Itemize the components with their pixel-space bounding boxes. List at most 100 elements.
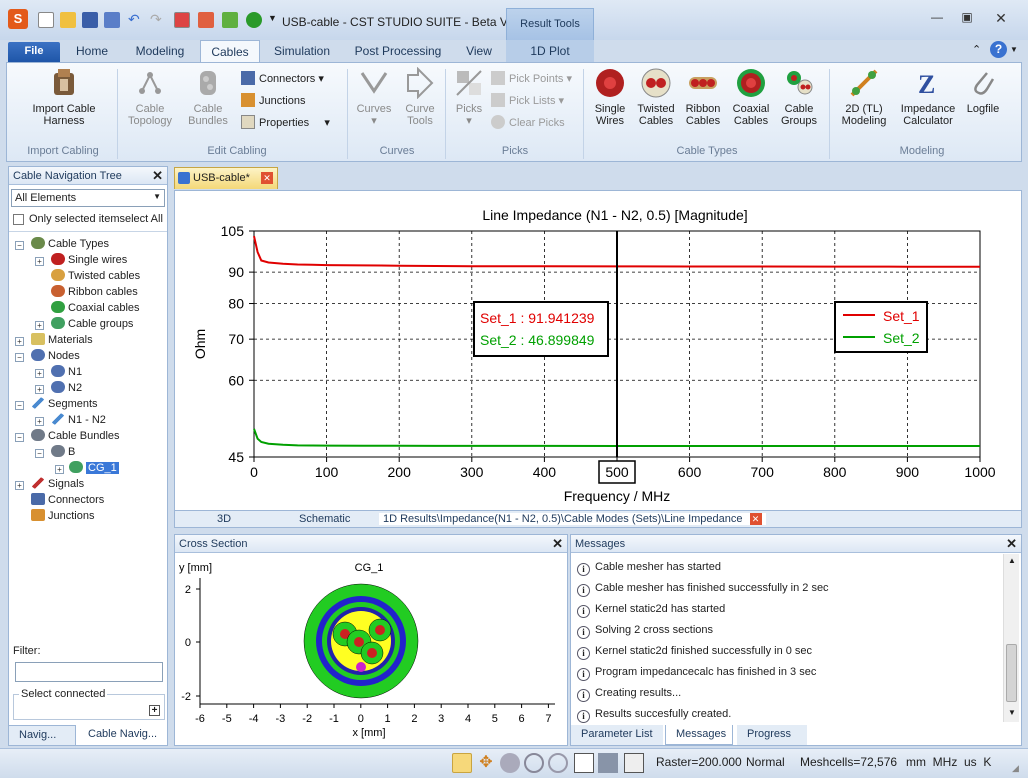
pick-lists-button[interactable]: Pick Lists ▾: [491, 93, 564, 107]
tab-cables[interactable]: Cables: [200, 40, 260, 62]
resize-grip-icon[interactable]: ◢: [1012, 763, 1019, 774]
pan-icon[interactable]: ✥: [476, 753, 496, 773]
picks-button[interactable]: Picks ▾: [449, 67, 489, 127]
tab-messages[interactable]: Messages: [665, 725, 733, 745]
save-icon[interactable]: [82, 12, 98, 28]
select-all-button[interactable]: elect All: [125, 213, 163, 225]
properties-button[interactable]: Properties ▾: [241, 115, 330, 129]
tree-item-twisted-cables[interactable]: Twisted cables: [51, 268, 140, 284]
rotate-icon[interactable]: [500, 753, 520, 773]
expand-icon[interactable]: +: [35, 321, 44, 330]
parameters-icon[interactable]: [174, 12, 190, 28]
tree-item-junctions[interactable]: Junctions: [31, 508, 94, 524]
cable-groups-button[interactable]: Cable Groups: [775, 67, 823, 127]
tree-item-segments[interactable]: Segments: [31, 396, 98, 412]
expand-icon[interactable]: +: [15, 337, 24, 346]
tab-3d[interactable]: 3D: [217, 513, 231, 525]
collapse-icon[interactable]: −: [35, 449, 44, 458]
zoom-fit-icon[interactable]: [452, 753, 472, 773]
expand-icon[interactable]: +: [35, 369, 44, 378]
filter-input[interactable]: [15, 662, 163, 682]
cable-bundles-button[interactable]: Cable Bundles: [179, 67, 237, 127]
collapse-icon[interactable]: −: [15, 241, 24, 250]
message-item[interactable]: i Solving 2 cross sections: [577, 621, 713, 639]
tab-1d-results[interactable]: 1D Results\Impedance(N1 - N2, 0.5)\Cable…: [379, 513, 766, 525]
scroll-thumb[interactable]: [1006, 644, 1017, 702]
tree-item-nodes[interactable]: Nodes: [31, 348, 80, 364]
clear-picks-button[interactable]: Clear Picks: [491, 115, 565, 129]
close-window-button[interactable]: ✕: [990, 10, 1012, 26]
start-simulation-icon[interactable]: [246, 12, 262, 28]
minimize-button[interactable]: —: [926, 10, 948, 26]
open-folder-icon[interactable]: [60, 12, 76, 28]
collapse-icon[interactable]: −: [15, 401, 24, 410]
tree-item-n2[interactable]: N2: [51, 380, 82, 396]
pick-points-button[interactable]: Pick Points ▾: [491, 71, 572, 85]
tab-cable-navig[interactable]: Cable Navig...: [75, 725, 167, 745]
tree-item-connectors[interactable]: Connectors: [31, 492, 104, 508]
tree-item-single-wires[interactable]: Single wires: [51, 252, 127, 268]
line-impedance-chart[interactable]: Line Impedance (N1 - N2, 0.5) [Magnitude…: [175, 191, 1021, 511]
tab-1d-plot[interactable]: 1D Plot: [506, 40, 594, 62]
view-cube-icon[interactable]: [624, 753, 644, 773]
cable-topology-button[interactable]: Cable Topology: [121, 67, 179, 127]
maximize-button[interactable]: ▣: [956, 10, 978, 26]
tree-item-coaxial-cables[interactable]: Coaxial cables: [51, 300, 140, 316]
tree-item-materials[interactable]: Materials: [31, 332, 93, 348]
element-filter-select[interactable]: All Elements ▼: [11, 189, 165, 207]
tab-view[interactable]: View: [456, 40, 502, 62]
reset-view-icon[interactable]: [574, 753, 594, 773]
message-item[interactable]: i Cable mesher has started: [577, 558, 721, 576]
tree-item-cg1[interactable]: CG_1: [69, 460, 119, 476]
close-icon[interactable]: ✕: [152, 168, 163, 184]
scroll-down-icon[interactable]: ▼: [1008, 708, 1016, 717]
close-tab-icon[interactable]: ✕: [749, 513, 762, 525]
collapse-icon[interactable]: −: [15, 433, 24, 442]
messages-scrollbar[interactable]: ▲ ▼: [1003, 554, 1019, 722]
tab-navig[interactable]: Navig...: [9, 725, 75, 745]
message-item[interactable]: i Cable mesher has finished successfully …: [577, 579, 829, 597]
tab-file[interactable]: File: [8, 42, 60, 62]
message-item[interactable]: i Kernel static2d finished successfully i…: [577, 642, 812, 660]
help-dropdown-icon[interactable]: ▼: [1010, 45, 1018, 54]
logfile-button[interactable]: Logfile: [961, 67, 1005, 115]
tree-item-ribbon-cables[interactable]: Ribbon cables: [51, 284, 138, 300]
save-all-icon[interactable]: [104, 12, 120, 28]
cross-section-plot[interactable]: CG_1 y [mm] -6 -5 -4 -3 -2 -1 0 1 2 3 4 5 6 7 2 0 -2 x […: [175, 554, 567, 746]
expand-icon[interactable]: +: [55, 465, 64, 474]
minimize-ribbon-icon[interactable]: ⌃: [972, 43, 981, 56]
expand-icon[interactable]: +: [15, 481, 24, 490]
message-item[interactable]: i Results succesfully created.: [577, 705, 731, 723]
connectors-button[interactable]: Connectors ▾: [241, 71, 324, 85]
redo-icon[interactable]: ↷: [150, 12, 166, 28]
tab-modeling[interactable]: Modeling: [124, 40, 196, 62]
single-wires-button[interactable]: Single Wires: [587, 67, 633, 127]
qat-dropdown-icon[interactable]: ▼: [268, 13, 277, 23]
tree-item-cable-groups[interactable]: Cable groups: [51, 316, 133, 332]
twisted-cables-button[interactable]: Twisted Cables: [633, 67, 679, 127]
collapse-icon[interactable]: −: [15, 353, 24, 362]
tab-parameter-list[interactable]: Parameter List: [571, 725, 663, 745]
new-file-icon[interactable]: [38, 12, 54, 28]
coaxial-cables-button[interactable]: Coaxial Cables: [727, 67, 775, 127]
undo-icon[interactable]: ↶: [128, 12, 144, 28]
impedance-calculator-button[interactable]: Z Impedance Calculator: [895, 67, 961, 127]
spin-icon[interactable]: [548, 753, 568, 773]
message-item[interactable]: i Kernel static2d has started: [577, 600, 725, 618]
junctions-button[interactable]: Junctions: [241, 93, 305, 107]
select-connected-expand-icon[interactable]: +: [149, 705, 160, 716]
help-icon[interactable]: ?: [990, 41, 1007, 58]
message-item[interactable]: i Creating results...: [577, 684, 681, 702]
tree-item-b[interactable]: B: [51, 444, 75, 460]
app-logo-icon[interactable]: S: [8, 9, 28, 29]
perspective-icon[interactable]: [598, 753, 618, 773]
curve-tools-button[interactable]: Curve Tools: [397, 67, 443, 127]
document-tab[interactable]: USB-cable* ✕: [174, 167, 278, 189]
tree-item-signals[interactable]: Signals: [31, 476, 84, 492]
expand-icon[interactable]: +: [35, 417, 44, 426]
tab-schematic[interactable]: Schematic: [299, 513, 350, 525]
macro-icon[interactable]: [198, 12, 214, 28]
component-icon[interactable]: [222, 12, 238, 28]
tree-item-cable-types[interactable]: Cable Types: [31, 236, 109, 252]
curves-button[interactable]: Curves ▾: [351, 67, 397, 127]
